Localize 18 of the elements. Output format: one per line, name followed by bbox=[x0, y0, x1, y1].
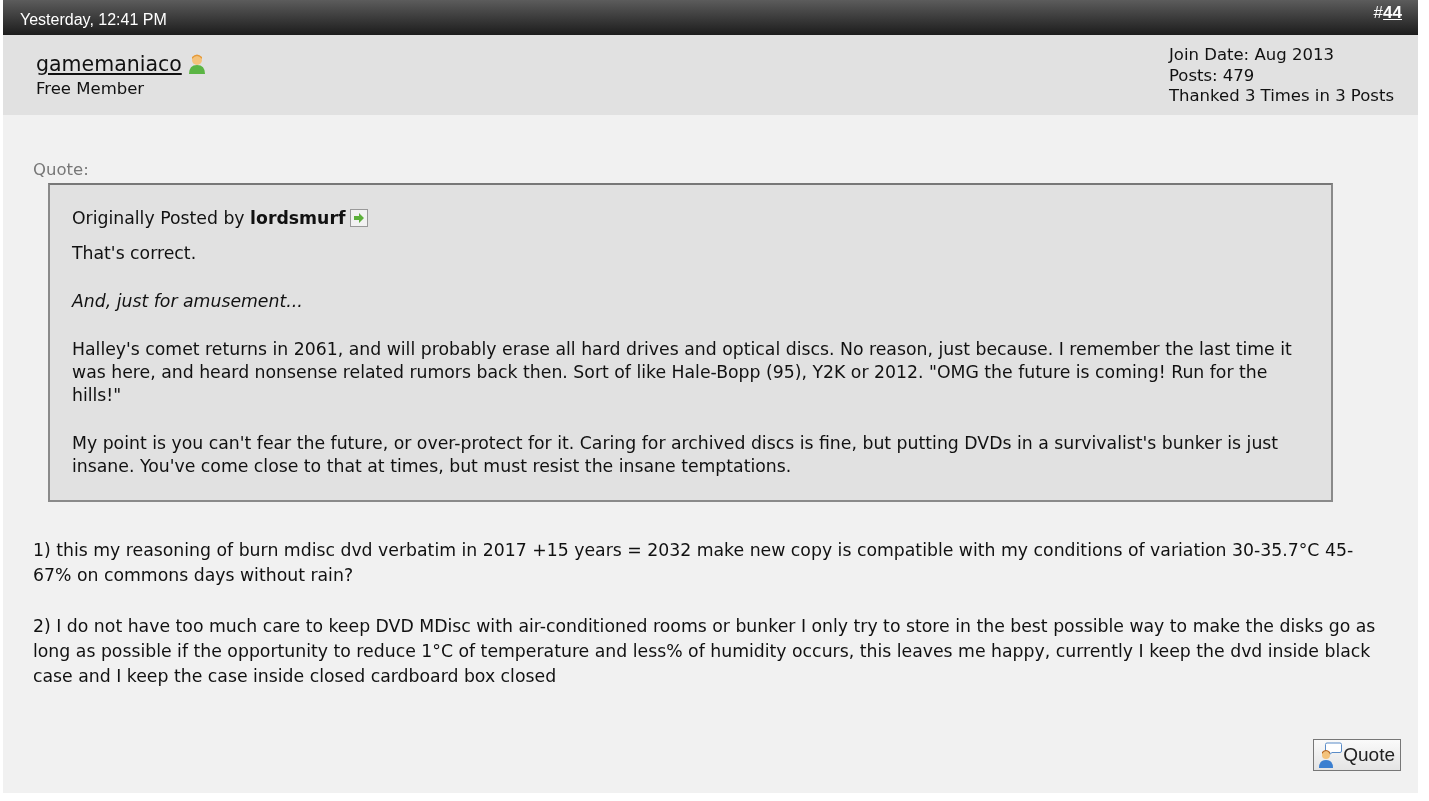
username-link[interactable]: gamemaniaco bbox=[36, 50, 182, 78]
post-date: Yesterday, 12:41 PM bbox=[20, 11, 167, 29]
message-paragraph: 1) this my reasoning of burn mdisc dvd verbatim in 2017 +15 years = 2032 make new copy is compatible with my conditions of variation 30-35.7°C 45-67% on commons days without rain? bbox=[33, 539, 1355, 587]
post-number: #44 bbox=[1373, 3, 1402, 23]
quote-label: Quote: bbox=[33, 160, 90, 180]
user-stat: Thanked 3 Times in 3 Posts bbox=[1168, 86, 1394, 107]
quote-button[interactable]: Quote bbox=[1313, 739, 1401, 771]
user-stat: Join Date: Aug 2013 bbox=[1168, 45, 1335, 66]
quote-attribution: Originally Posted by lordsmurf bbox=[72, 207, 346, 229]
quote-paragraph: And, just for amusement... bbox=[72, 290, 304, 313]
user-stat: Posts: 479 bbox=[1168, 65, 1256, 86]
quote-paragraph: Halley's comet returns in 2061, and will probably erase all hard drives and optical discs. No reason, just because. I remember the last time it was here, and heard nonsense related rumors back then. Sort of like Hale-Bopp (95), Y2K or 2012. "OMG the future is coming! Run for the hills!" bbox=[72, 338, 1293, 407]
post-number-link[interactable]: 44 bbox=[1383, 3, 1402, 22]
quote-paragraph: My point is you can't fear the future, or over-protect for it. Caring for archived discs is fine, but putting DVDs in a survivalist's bunker is just insane. You've come close to that at times, but must resist the insane temptations. bbox=[72, 432, 1280, 478]
quote-paragraph: That's correct. bbox=[72, 242, 198, 265]
message-paragraph: 2) I do not have too much care to keep DVD MDisc with air-conditioned rooms or bunker I only try to store in the best possible way to make the disks go as long as possible if the opportunity to reduce 1°C of temperature and less% of humidity occurs, this leaves me happy, currently I keep the dvd inside black case and I keep the case inside closed cardboard box closed bbox=[33, 615, 1377, 688]
user-title: Free Member bbox=[36, 79, 146, 99]
person-speech-icon bbox=[1318, 742, 1343, 768]
